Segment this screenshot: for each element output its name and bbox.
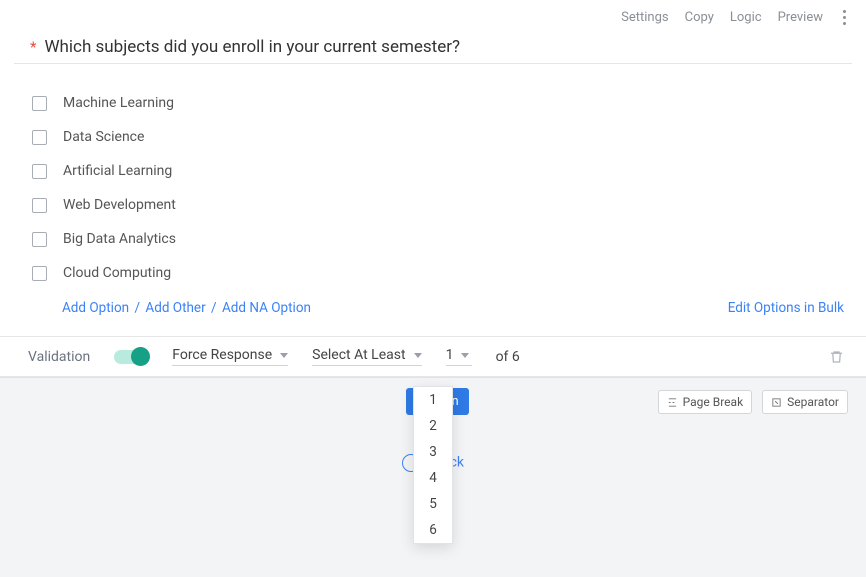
more-menu-icon[interactable]	[839, 8, 850, 27]
page-break-button[interactable]: Page Break	[658, 390, 753, 414]
add-na-option-link[interactable]: Add NA Option	[222, 300, 311, 316]
chevron-down-icon	[280, 353, 288, 358]
count-value: 1	[446, 347, 454, 363]
question-text[interactable]: Which subjects did you enroll in your cu…	[44, 37, 460, 57]
settings-link[interactable]: Settings	[621, 10, 668, 25]
force-response-dropdown[interactable]: Force Response	[172, 347, 288, 366]
count-option[interactable]: 6	[414, 517, 452, 543]
count-option[interactable]: 5	[414, 491, 452, 517]
preview-link[interactable]: Preview	[778, 10, 823, 25]
separator-slash: /	[134, 300, 140, 316]
options-list: Machine Learning Data Science Artificial…	[0, 64, 866, 294]
option-label[interactable]: Web Development	[63, 197, 176, 213]
option-checkbox[interactable]	[32, 96, 47, 111]
option-checkbox[interactable]	[32, 232, 47, 247]
option-label[interactable]: Data Science	[63, 129, 144, 145]
count-option[interactable]: 2	[414, 413, 452, 439]
force-response-label: Force Response	[172, 347, 272, 363]
count-dropdown-menu: 1 2 3 4 5 6	[413, 386, 453, 544]
logic-link[interactable]: Logic	[730, 10, 762, 25]
option-checkbox[interactable]	[32, 266, 47, 281]
separator-slash: /	[211, 300, 217, 316]
page-break-label: Page Break	[683, 395, 744, 409]
separator-button[interactable]: Separator	[762, 390, 848, 414]
option-label[interactable]: Cloud Computing	[63, 265, 171, 281]
option-label[interactable]: Machine Learning	[63, 95, 174, 111]
count-option[interactable]: 1	[414, 387, 452, 413]
validation-bar: Validation Force Response Select At Leas…	[0, 336, 866, 377]
chevron-down-icon	[461, 353, 469, 358]
count-dropdown[interactable]: 1	[446, 347, 472, 366]
option-row: Artificial Learning	[32, 154, 850, 188]
option-row: Machine Learning	[32, 86, 850, 120]
option-checkbox[interactable]	[32, 198, 47, 213]
option-checkbox[interactable]	[32, 130, 47, 145]
delete-icon[interactable]	[829, 349, 844, 365]
copy-link[interactable]: Copy	[685, 10, 714, 25]
select-at-least-dropdown[interactable]: Select At Least	[312, 347, 421, 366]
of-total-text: of 6	[496, 349, 520, 365]
option-label[interactable]: Artificial Learning	[63, 163, 172, 179]
select-at-least-label: Select At Least	[312, 347, 405, 363]
add-options-row: Add Option / Add Other / Add NA Option E…	[0, 294, 866, 336]
count-option[interactable]: 4	[414, 465, 452, 491]
option-label[interactable]: Big Data Analytics	[63, 231, 176, 247]
option-row: Web Development	[32, 188, 850, 222]
option-row: Big Data Analytics	[32, 222, 850, 256]
chevron-down-icon	[414, 353, 422, 358]
count-option[interactable]: 3	[414, 439, 452, 465]
option-checkbox[interactable]	[32, 164, 47, 179]
validation-toggle[interactable]	[114, 350, 148, 364]
required-indicator: *	[30, 40, 36, 55]
separator-label: Separator	[787, 395, 839, 409]
edit-options-bulk-link[interactable]: Edit Options in Bulk	[728, 300, 844, 316]
question-header: * Which subjects did you enroll in your …	[14, 31, 852, 64]
validation-label: Validation	[28, 349, 90, 365]
add-option-link[interactable]: Add Option	[62, 300, 129, 316]
option-row: Data Science	[32, 120, 850, 154]
option-row: Cloud Computing	[32, 256, 850, 290]
add-other-link[interactable]: Add Other	[145, 300, 205, 316]
